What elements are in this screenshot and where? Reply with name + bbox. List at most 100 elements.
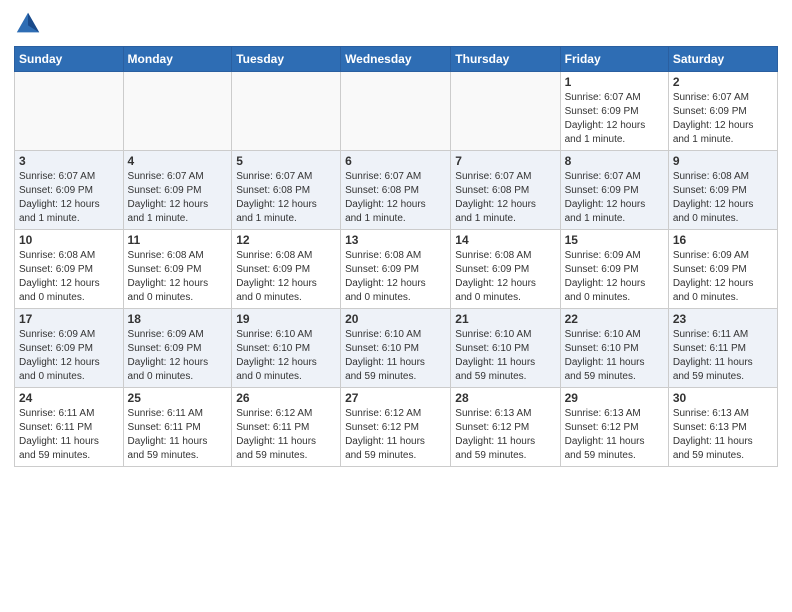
day-info: Sunrise: 6:08 AM Sunset: 6:09 PM Dayligh…: [19, 249, 119, 305]
calendar-cell: [341, 72, 451, 151]
day-number: 18: [128, 312, 228, 326]
calendar-cell: 29 Sunrise: 6:13 AM Sunset: 6:12 PM Dayli…: [560, 388, 668, 467]
day-info: Sunrise: 6:13 AM Sunset: 6:12 PM Dayligh…: [455, 407, 555, 463]
day-info: Sunrise: 6:07 AM Sunset: 6:08 PM Dayligh…: [236, 170, 336, 226]
calendar-cell: 30 Sunrise: 6:13 AM Sunset: 6:13 PM Dayli…: [668, 388, 777, 467]
calendar-cell: 2 Sunrise: 6:07 AM Sunset: 6:09 PM Daylig…: [668, 72, 777, 151]
week-row-0: 1 Sunrise: 6:07 AM Sunset: 6:09 PM Daylig…: [15, 72, 778, 151]
calendar: SundayMondayTuesdayWednesdayThursdayFrid…: [14, 46, 778, 467]
calendar-cell: 22Sunrise: 6:10 AM Sunset: 6:10 PM Dayli…: [560, 309, 668, 388]
day-number: 10: [19, 233, 119, 247]
calendar-body: 1 Sunrise: 6:07 AM Sunset: 6:09 PM Daylig…: [15, 72, 778, 467]
header-monday: Monday: [123, 47, 232, 72]
day-number: 25: [128, 391, 228, 405]
calendar-cell: 27 Sunrise: 6:12 AM Sunset: 6:12 PM Dayli…: [341, 388, 451, 467]
day-info: Sunrise: 6:07 AM Sunset: 6:08 PM Dayligh…: [455, 170, 555, 226]
header: [14, 10, 778, 38]
day-number: 19: [236, 312, 336, 326]
day-info: Sunrise: 6:10 AM Sunset: 6:10 PM Dayligh…: [236, 328, 336, 384]
day-number: 15: [565, 233, 664, 247]
calendar-cell: 26Sunrise: 6:12 AM Sunset: 6:11 PM Dayli…: [232, 388, 341, 467]
calendar-cell: [451, 72, 560, 151]
calendar-cell: 11 Sunrise: 6:08 AM Sunset: 6:09 PM Dayli…: [123, 230, 232, 309]
calendar-cell: 20 Sunrise: 6:10 AM Sunset: 6:10 PM Dayli…: [341, 309, 451, 388]
day-number: 17: [19, 312, 119, 326]
day-number: 29: [565, 391, 664, 405]
day-number: 12: [236, 233, 336, 247]
header-saturday: Saturday: [668, 47, 777, 72]
day-number: 26: [236, 391, 336, 405]
calendar-cell: 7 Sunrise: 6:07 AM Sunset: 6:08 PM Daylig…: [451, 151, 560, 230]
day-number: 20: [345, 312, 446, 326]
day-number: 9: [673, 154, 773, 168]
calendar-cell: 6 Sunrise: 6:07 AM Sunset: 6:08 PM Daylig…: [341, 151, 451, 230]
day-info: Sunrise: 6:07 AM Sunset: 6:08 PM Dayligh…: [345, 170, 446, 226]
day-info: Sunrise: 6:08 AM Sunset: 6:09 PM Dayligh…: [345, 249, 446, 305]
day-info: Sunrise: 6:07 AM Sunset: 6:09 PM Dayligh…: [128, 170, 228, 226]
day-info: Sunrise: 6:12 AM Sunset: 6:12 PM Dayligh…: [345, 407, 446, 463]
header-wednesday: Wednesday: [341, 47, 451, 72]
day-number: 2: [673, 75, 773, 89]
week-row-3: 17 Sunrise: 6:09 AM Sunset: 6:09 PM Dayli…: [15, 309, 778, 388]
calendar-cell: 14Sunrise: 6:08 AM Sunset: 6:09 PM Dayli…: [451, 230, 560, 309]
day-info: Sunrise: 6:08 AM Sunset: 6:09 PM Dayligh…: [128, 249, 228, 305]
calendar-cell: 3Sunrise: 6:07 AM Sunset: 6:09 PM Daylig…: [15, 151, 124, 230]
day-info: Sunrise: 6:08 AM Sunset: 6:09 PM Dayligh…: [236, 249, 336, 305]
header-row: SundayMondayTuesdayWednesdayThursdayFrid…: [15, 47, 778, 72]
calendar-cell: 8 Sunrise: 6:07 AM Sunset: 6:09 PM Daylig…: [560, 151, 668, 230]
day-number: 27: [345, 391, 446, 405]
day-info: Sunrise: 6:11 AM Sunset: 6:11 PM Dayligh…: [128, 407, 228, 463]
logo: [14, 10, 46, 38]
calendar-cell: 24 Sunrise: 6:11 AM Sunset: 6:11 PM Dayli…: [15, 388, 124, 467]
day-info: Sunrise: 6:13 AM Sunset: 6:12 PM Dayligh…: [565, 407, 664, 463]
header-tuesday: Tuesday: [232, 47, 341, 72]
calendar-cell: 15 Sunrise: 6:09 AM Sunset: 6:09 PM Dayli…: [560, 230, 668, 309]
day-number: 24: [19, 391, 119, 405]
week-row-2: 10 Sunrise: 6:08 AM Sunset: 6:09 PM Dayli…: [15, 230, 778, 309]
calendar-cell: 9Sunrise: 6:08 AM Sunset: 6:09 PM Daylig…: [668, 151, 777, 230]
day-number: 23: [673, 312, 773, 326]
calendar-cell: 21 Sunrise: 6:10 AM Sunset: 6:10 PM Dayli…: [451, 309, 560, 388]
day-info: Sunrise: 6:10 AM Sunset: 6:10 PM Dayligh…: [455, 328, 555, 384]
calendar-cell: 1Sunrise: 6:07 AM Sunset: 6:09 PM Daylig…: [560, 72, 668, 151]
calendar-cell: [123, 72, 232, 151]
header-friday: Friday: [560, 47, 668, 72]
day-number: 16: [673, 233, 773, 247]
day-number: 7: [455, 154, 555, 168]
day-number: 22: [565, 312, 664, 326]
day-number: 4: [128, 154, 228, 168]
calendar-cell: 25 Sunrise: 6:11 AM Sunset: 6:11 PM Dayli…: [123, 388, 232, 467]
day-info: Sunrise: 6:09 AM Sunset: 6:09 PM Dayligh…: [565, 249, 664, 305]
day-number: 21: [455, 312, 555, 326]
day-number: 28: [455, 391, 555, 405]
calendar-cell: 19 Sunrise: 6:10 AM Sunset: 6:10 PM Dayli…: [232, 309, 341, 388]
day-info: Sunrise: 6:10 AM Sunset: 6:10 PM Dayligh…: [345, 328, 446, 384]
day-number: 13: [345, 233, 446, 247]
day-info: Sunrise: 6:09 AM Sunset: 6:09 PM Dayligh…: [673, 249, 773, 305]
calendar-cell: 23 Sunrise: 6:11 AM Sunset: 6:11 PM Dayli…: [668, 309, 777, 388]
day-info: Sunrise: 6:08 AM Sunset: 6:09 PM Dayligh…: [455, 249, 555, 305]
day-number: 1: [565, 75, 664, 89]
day-info: Sunrise: 6:07 AM Sunset: 6:09 PM Dayligh…: [565, 170, 664, 226]
day-number: 30: [673, 391, 773, 405]
calendar-cell: 12 Sunrise: 6:08 AM Sunset: 6:09 PM Dayli…: [232, 230, 341, 309]
calendar-cell: 4 Sunrise: 6:07 AM Sunset: 6:09 PM Daylig…: [123, 151, 232, 230]
day-info: Sunrise: 6:09 AM Sunset: 6:09 PM Dayligh…: [128, 328, 228, 384]
day-info: Sunrise: 6:11 AM Sunset: 6:11 PM Dayligh…: [673, 328, 773, 384]
day-number: 8: [565, 154, 664, 168]
calendar-cell: [232, 72, 341, 151]
header-thursday: Thursday: [451, 47, 560, 72]
day-number: 6: [345, 154, 446, 168]
day-number: 11: [128, 233, 228, 247]
week-row-4: 24 Sunrise: 6:11 AM Sunset: 6:11 PM Dayli…: [15, 388, 778, 467]
day-info: Sunrise: 6:07 AM Sunset: 6:09 PM Dayligh…: [673, 91, 773, 147]
day-info: Sunrise: 6:11 AM Sunset: 6:11 PM Dayligh…: [19, 407, 119, 463]
calendar-cell: [15, 72, 124, 151]
calendar-cell: 18 Sunrise: 6:09 AM Sunset: 6:09 PM Dayli…: [123, 309, 232, 388]
calendar-cell: 5Sunrise: 6:07 AM Sunset: 6:08 PM Daylig…: [232, 151, 341, 230]
page: SundayMondayTuesdayWednesdayThursdayFrid…: [0, 0, 792, 481]
calendar-cell: 10 Sunrise: 6:08 AM Sunset: 6:09 PM Dayli…: [15, 230, 124, 309]
header-sunday: Sunday: [15, 47, 124, 72]
day-info: Sunrise: 6:13 AM Sunset: 6:13 PM Dayligh…: [673, 407, 773, 463]
day-info: Sunrise: 6:07 AM Sunset: 6:09 PM Dayligh…: [19, 170, 119, 226]
